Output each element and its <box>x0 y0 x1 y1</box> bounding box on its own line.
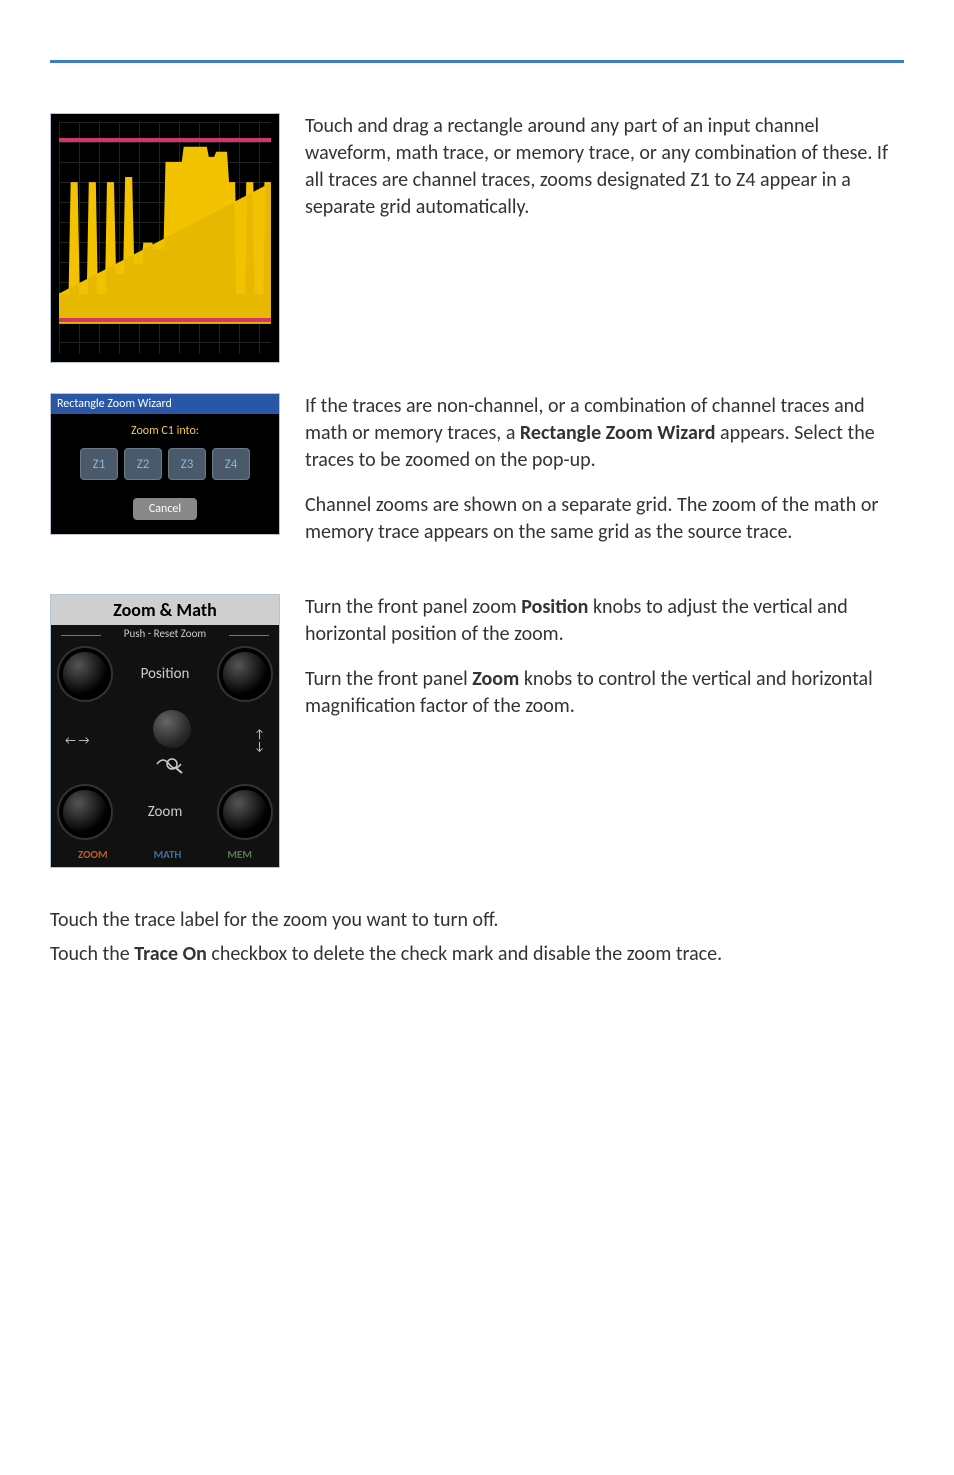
z2-button[interactable]: Z2 <box>124 448 162 480</box>
panel-subheader: Push - Reset Zoom <box>51 625 279 644</box>
dialog-title: Rectangle Zoom Wizard <box>51 394 279 414</box>
position-label: Position <box>141 665 190 683</box>
document-page: Touch and drag a rectangle around any pa… <box>0 0 954 1076</box>
zoom-knob-left[interactable] <box>63 790 107 834</box>
center-knob[interactable] <box>153 710 191 748</box>
magnifier-icon <box>155 754 189 774</box>
paragraph: Channel zooms are shown on a separate gr… <box>305 492 904 546</box>
paragraph: Touch and drag a rectangle around any pa… <box>305 113 904 221</box>
paragraph: If the traces are non-channel, or a comb… <box>305 393 904 474</box>
row-waveform: Touch and drag a rectangle around any pa… <box>50 113 904 363</box>
row-zoom-wizard: Rectangle Zoom Wizard Zoom C1 into: Z1 Z… <box>50 393 904 564</box>
zoom-label: Zoom <box>148 803 183 821</box>
arrows-horizontal-icon: ← → <box>65 734 89 748</box>
dialog-subtitle: Zoom C1 into: <box>59 424 271 438</box>
thumbnail-zoom-math: Zoom & Math Push - Reset Zoom Position ←… <box>50 594 280 868</box>
z3-button[interactable]: Z3 <box>168 448 206 480</box>
paragraph: Turn the front panel zoom Position knobs… <box>305 594 904 648</box>
tab-math[interactable]: MATH <box>154 848 182 861</box>
position-knob-right[interactable] <box>223 652 267 696</box>
zoom-knob-right[interactable] <box>223 790 267 834</box>
paragraph: Touch the trace label for the zoom you w… <box>50 908 904 932</box>
arrows-vertical-icon: ↑↓ <box>254 729 265 753</box>
cancel-button[interactable]: Cancel <box>133 498 197 520</box>
tab-zoom[interactable]: ZOOM <box>78 848 108 861</box>
tab-mem[interactable]: MEM <box>227 848 252 861</box>
paragraph: Touch the Trace On checkbox to delete th… <box>50 942 904 966</box>
header-rule <box>50 60 904 63</box>
z1-button[interactable]: Z1 <box>80 448 118 480</box>
thumbnail-waveform <box>50 113 280 363</box>
z4-button[interactable]: Z4 <box>212 448 250 480</box>
row-zoom-math-panel: Zoom & Math Push - Reset Zoom Position ←… <box>50 594 904 868</box>
panel-header: Zoom & Math <box>51 595 279 625</box>
paragraph: Turn the front panel Zoom knobs to contr… <box>305 666 904 720</box>
bottom-text: Touch the trace label for the zoom you w… <box>50 908 904 966</box>
position-knob-left[interactable] <box>63 652 107 696</box>
thumbnail-zoom-wizard: Rectangle Zoom Wizard Zoom C1 into: Z1 Z… <box>50 393 280 535</box>
